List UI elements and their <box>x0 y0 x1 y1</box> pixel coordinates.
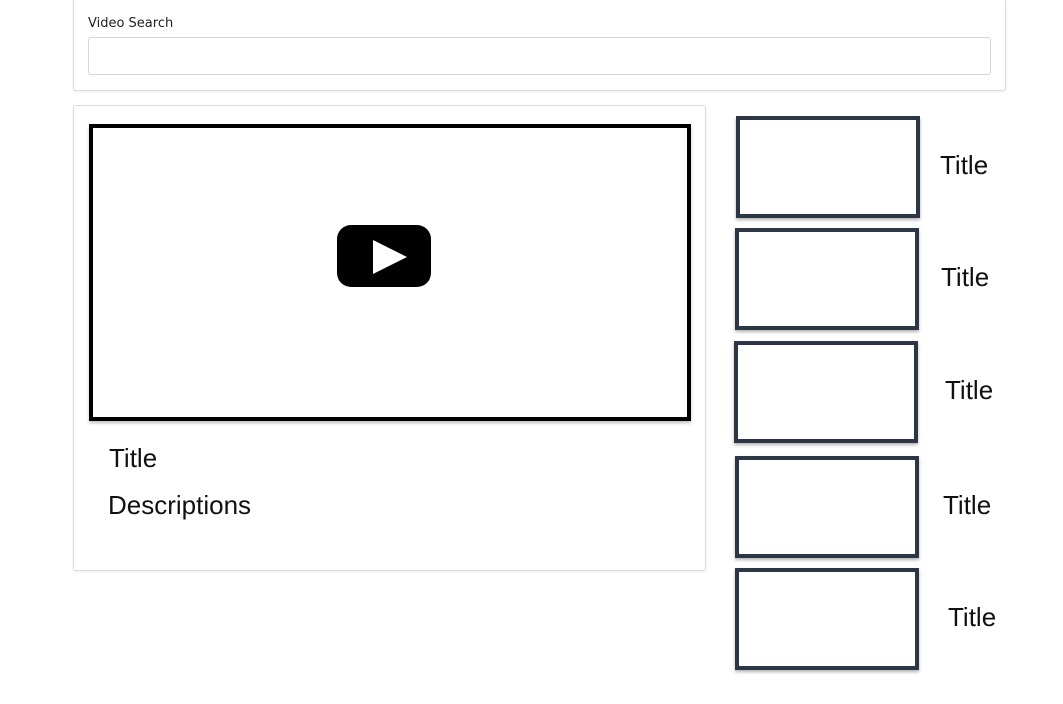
related-video-title[interactable]: Title <box>948 602 996 633</box>
video-thumbnail[interactable] <box>734 341 918 443</box>
related-video-title[interactable]: Title <box>945 375 993 406</box>
related-video-item[interactable]: Title <box>736 116 1006 218</box>
play-icon <box>373 240 407 274</box>
related-video-item[interactable]: Title <box>735 456 1005 558</box>
play-button[interactable] <box>337 225 431 287</box>
video-detail-panel: Title Descriptions <box>73 105 706 571</box>
video-thumbnail[interactable] <box>736 116 920 218</box>
related-video-item[interactable]: Title <box>735 228 1005 330</box>
video-title: Title <box>109 443 158 473</box>
related-video-title[interactable]: Title <box>943 490 991 521</box>
video-thumbnail[interactable] <box>735 456 919 558</box>
search-panel: Video Search <box>73 0 1006 91</box>
video-description: Descriptions <box>108 490 252 520</box>
related-video-item[interactable]: Title <box>734 341 1004 443</box>
related-video-title[interactable]: Title <box>941 262 989 293</box>
related-video-item[interactable]: Title <box>735 568 1005 670</box>
video-thumbnail[interactable] <box>735 228 919 330</box>
related-video-title[interactable]: Title <box>940 150 988 181</box>
search-label: Video Search <box>88 16 174 31</box>
video-player[interactable] <box>89 124 691 421</box>
video-thumbnail[interactable] <box>735 568 919 670</box>
search-input[interactable] <box>88 37 991 75</box>
